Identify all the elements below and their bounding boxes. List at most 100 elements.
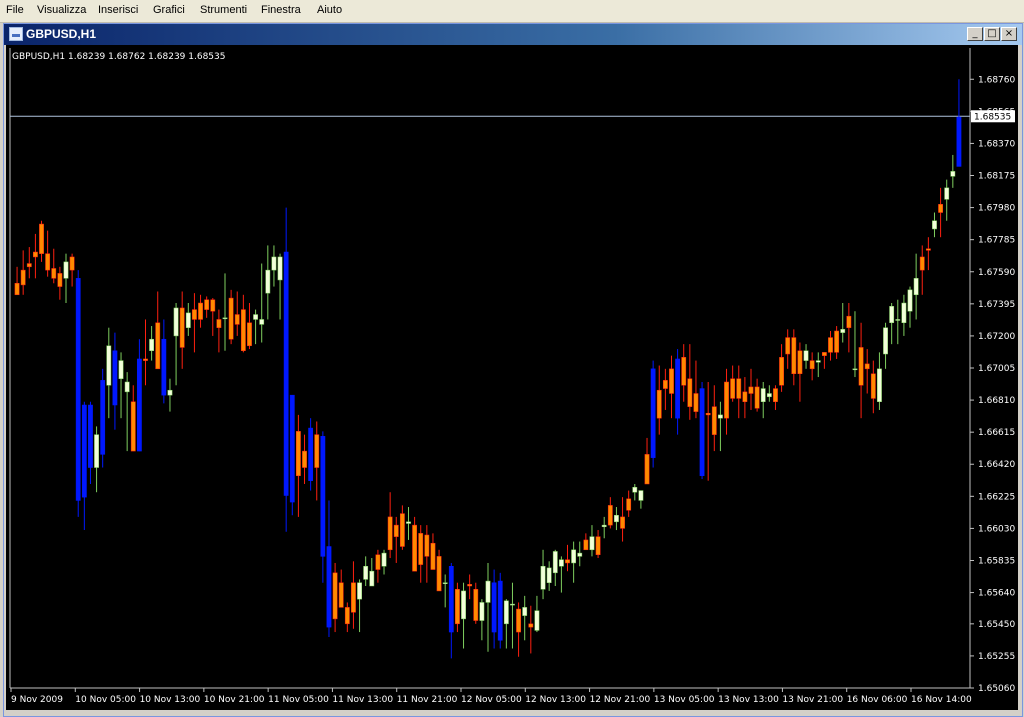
candle bbox=[669, 355, 674, 419]
candle bbox=[479, 599, 485, 641]
y-tick-label: 1.65450 bbox=[978, 620, 1015, 630]
candle bbox=[210, 298, 216, 336]
candle bbox=[240, 294, 246, 353]
candle bbox=[718, 401, 723, 452]
minimize-button[interactable]: _ bbox=[967, 27, 983, 41]
menu-inserisci[interactable]: Inserisci bbox=[98, 4, 138, 16]
candle-body bbox=[81, 404, 87, 498]
candle bbox=[736, 365, 742, 419]
candle bbox=[271, 245, 277, 287]
candle-body bbox=[412, 524, 417, 572]
candle bbox=[748, 368, 754, 410]
candle-body bbox=[271, 256, 277, 271]
candle-body bbox=[45, 253, 51, 271]
y-tick-label: 1.67005 bbox=[978, 364, 1015, 374]
candle-body bbox=[925, 248, 931, 251]
window-title: GBPUSD,H1 bbox=[26, 27, 97, 41]
candle-body bbox=[424, 534, 430, 557]
candle-body bbox=[33, 251, 38, 258]
candle-body bbox=[870, 373, 876, 399]
candle bbox=[277, 253, 283, 320]
candle bbox=[754, 378, 760, 412]
candle-body bbox=[815, 360, 821, 363]
candle bbox=[283, 207, 289, 532]
y-tick-label: 1.65640 bbox=[978, 589, 1015, 599]
candle-body bbox=[534, 610, 540, 631]
x-tick-label: 12 Nov 13:00 bbox=[525, 695, 586, 705]
candle-body bbox=[565, 559, 570, 564]
menu-grafici[interactable]: Grafici bbox=[153, 4, 185, 16]
restore-button[interactable]: □ bbox=[984, 27, 1000, 41]
candle bbox=[797, 342, 803, 402]
y-tick-label: 1.67980 bbox=[978, 204, 1015, 214]
candle-body bbox=[650, 368, 656, 458]
menu-aiuto[interactable]: Aiuto bbox=[317, 4, 342, 16]
candle-body bbox=[338, 582, 344, 608]
x-tick-label: 16 Nov 06:00 bbox=[847, 695, 908, 705]
candle-body bbox=[540, 566, 546, 590]
candle bbox=[155, 291, 161, 370]
menu-finestra[interactable]: Finestra bbox=[261, 4, 301, 16]
candle bbox=[69, 253, 75, 287]
candle-body bbox=[399, 513, 405, 547]
candle bbox=[644, 437, 650, 485]
candle-body bbox=[106, 345, 112, 386]
candle-body bbox=[473, 589, 479, 621]
candle bbox=[571, 541, 577, 583]
candle-body bbox=[662, 380, 668, 389]
candle-body bbox=[259, 319, 265, 325]
candle-body bbox=[344, 607, 350, 625]
candle bbox=[510, 582, 515, 649]
chart-area[interactable]: GBPUSD,H1 1.68239 1.68762 1.68239 1.6853… bbox=[6, 45, 1018, 710]
candle-body bbox=[363, 566, 369, 580]
y-tick-label: 1.67200 bbox=[978, 332, 1015, 342]
candle-body bbox=[308, 427, 314, 481]
candle-body bbox=[595, 536, 601, 555]
candle bbox=[167, 378, 173, 412]
candle bbox=[656, 365, 662, 435]
candle bbox=[57, 266, 63, 300]
candle bbox=[956, 79, 962, 167]
candle bbox=[620, 497, 625, 542]
candle-body bbox=[895, 319, 901, 321]
candle-body bbox=[803, 350, 809, 361]
candle bbox=[815, 352, 821, 378]
candle-body bbox=[724, 381, 729, 419]
candle-body bbox=[418, 533, 424, 565]
candle bbox=[228, 289, 234, 345]
menu-visualizza[interactable]: Visualizza bbox=[37, 4, 86, 16]
window-titlebar[interactable]: GBPUSD,H1 _ □ × bbox=[4, 24, 1022, 45]
candle bbox=[185, 303, 191, 336]
candlestick-chart[interactable]: GBPUSD,H1 1.68239 1.68762 1.68239 1.6853… bbox=[6, 45, 1018, 710]
candle-body bbox=[228, 297, 234, 340]
candle-body bbox=[436, 556, 442, 592]
x-tick-label: 10 Nov 05:00 bbox=[75, 695, 136, 705]
candle-body bbox=[571, 549, 577, 564]
close-button[interactable]: × bbox=[1001, 27, 1017, 41]
candle-body bbox=[901, 302, 907, 324]
candle-body bbox=[455, 589, 460, 625]
candle bbox=[63, 253, 69, 304]
menu-file[interactable]: File bbox=[6, 4, 24, 16]
candle-body bbox=[161, 338, 167, 396]
candle-body bbox=[265, 269, 271, 294]
candle-body bbox=[626, 498, 632, 511]
candle-body bbox=[693, 393, 699, 412]
candle-body bbox=[467, 584, 473, 587]
candle-body bbox=[88, 404, 93, 468]
candle-body bbox=[681, 357, 687, 386]
candle-body bbox=[406, 521, 411, 524]
candle-body bbox=[858, 347, 864, 386]
candle bbox=[124, 372, 130, 452]
candle bbox=[161, 319, 167, 404]
y-tick-label: 1.65060 bbox=[978, 684, 1015, 694]
menu-strumenti[interactable]: Strumenti bbox=[200, 4, 247, 16]
candle-body bbox=[381, 552, 387, 567]
candle bbox=[864, 349, 870, 394]
candle bbox=[834, 326, 840, 359]
candle bbox=[785, 329, 791, 369]
candle-body bbox=[742, 391, 748, 402]
candle-body bbox=[387, 516, 393, 551]
candle bbox=[302, 434, 307, 484]
candle bbox=[314, 421, 320, 501]
